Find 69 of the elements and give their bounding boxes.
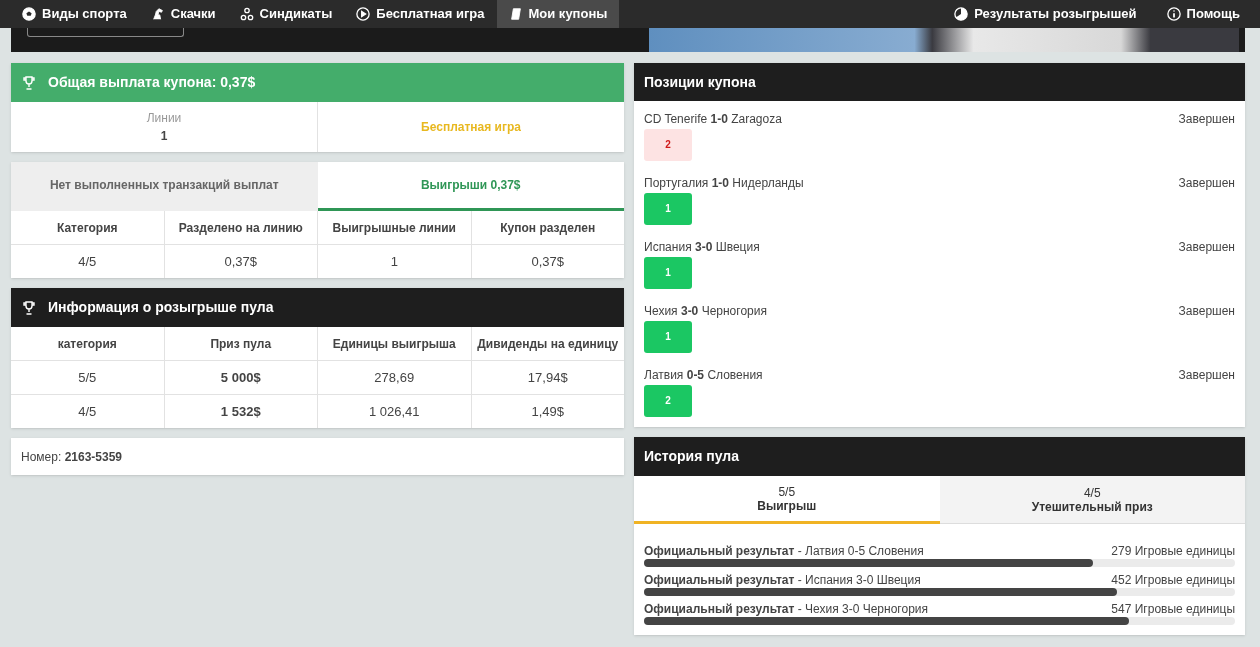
horse-icon bbox=[150, 7, 165, 21]
clock-icon bbox=[954, 7, 969, 21]
tab[interactable]: 4/5 Утешительный приз bbox=[939, 476, 1245, 524]
nav-tab[interactable]: Скачки bbox=[138, 0, 228, 28]
table-cell: 5/5 bbox=[11, 361, 165, 394]
play-icon bbox=[356, 7, 371, 21]
table-cell: 1 532$ bbox=[164, 395, 318, 428]
game-type: Бесплатная игра bbox=[421, 119, 521, 136]
game-units: 279 Игровые единицы bbox=[1111, 544, 1235, 558]
match-result: Португалия 1-0 Нидерланды bbox=[644, 176, 804, 190]
table-cell-text: 1,49$ bbox=[530, 402, 565, 421]
table-cell: 4/5 bbox=[11, 245, 165, 278]
match-status: Завершен bbox=[1178, 368, 1235, 382]
table-cell: 5 000$ bbox=[164, 361, 318, 394]
table-cell-text: 17,94$ bbox=[526, 368, 569, 387]
tab[interactable]: Выигрыши 0,37$ bbox=[317, 162, 624, 211]
nav-tab[interactable]: Синдикаты bbox=[227, 0, 345, 28]
nav-tab[interactable]: Виды спорта bbox=[10, 0, 139, 28]
card-title: Общая выплата купона: 0,37$ bbox=[48, 73, 256, 92]
card-title: Позиции купона bbox=[644, 72, 756, 92]
match-status: Завершен bbox=[1178, 112, 1235, 126]
match-status: Завершен bbox=[1178, 176, 1235, 190]
nav-tab[interactable]: Мои купоны bbox=[496, 0, 620, 28]
column-header: Купон разделен bbox=[499, 219, 597, 237]
pick-badge: 2 bbox=[644, 129, 692, 161]
people-icon bbox=[239, 7, 254, 21]
ticket-icon bbox=[508, 7, 523, 21]
match-result: Испания 3-0 Швеция bbox=[644, 240, 760, 254]
table-cell: 1 026,41 bbox=[318, 395, 472, 428]
table-cell-text: 0,37$ bbox=[530, 252, 565, 271]
table-cell: 1 bbox=[318, 245, 472, 278]
column-header: Выигрышные линии bbox=[318, 211, 472, 244]
lines-label: Линии bbox=[146, 110, 182, 127]
nav-link[interactable]: Помощь bbox=[1166, 4, 1240, 24]
lines-value: 1 bbox=[160, 128, 168, 145]
trophy-icon bbox=[23, 300, 35, 315]
official-result: Официальный результат - Латвия 0-5 Словения bbox=[644, 544, 924, 558]
ticket-number: Номер: 2163-5359 bbox=[21, 448, 122, 466]
ball-icon bbox=[22, 7, 36, 21]
nav-tab[interactable]: Бесплатная игра bbox=[344, 0, 497, 28]
match-result: Латвия 0-5 Словения bbox=[644, 368, 763, 382]
match-result: CD Tenerife 1-0 Zaragoza bbox=[644, 112, 782, 126]
tab[interactable]: 5/5 Выигрыш bbox=[634, 476, 940, 524]
table-cell: 0,37$ bbox=[164, 245, 318, 278]
table-cell: 4/5 bbox=[11, 395, 165, 428]
trophy-icon bbox=[23, 75, 35, 90]
info-icon bbox=[1166, 7, 1181, 21]
column-header: Единицы выигрыша bbox=[318, 327, 472, 360]
tab[interactable]: Нет выполненных транзакций выплат bbox=[11, 162, 318, 211]
card-title: Информация о розыгрыше пула bbox=[48, 298, 274, 317]
pick-badge: 2 bbox=[644, 385, 692, 417]
official-result: Официальный результат - Чехия 3-0 Черногория bbox=[644, 602, 928, 616]
match-result: Чехия 3-0 Черногория bbox=[644, 304, 767, 318]
pick-badge: 1 bbox=[644, 257, 692, 289]
match-status: Завершен bbox=[1178, 240, 1235, 254]
column-header: Категория bbox=[11, 211, 165, 244]
game-units: 452 Игровые единицы bbox=[1111, 573, 1235, 587]
game-units: 547 Игровые единицы bbox=[1111, 602, 1235, 616]
match-status: Завершен bbox=[1178, 304, 1235, 318]
nav-link[interactable]: Результаты розыгрышей bbox=[954, 4, 1137, 24]
card-title: История пула bbox=[644, 447, 740, 466]
pick-badge: 1 bbox=[644, 193, 692, 225]
column-header: Приз пула bbox=[164, 327, 318, 360]
column-header: Дивиденды на единицу bbox=[476, 335, 620, 353]
column-header: Разделено на линию bbox=[164, 211, 318, 244]
official-result: Официальный результат - Испания 3-0 Швеция bbox=[644, 573, 921, 587]
table-cell: 278,69 bbox=[318, 361, 472, 394]
column-header: категория bbox=[11, 327, 165, 360]
pick-badge: 1 bbox=[644, 321, 692, 353]
